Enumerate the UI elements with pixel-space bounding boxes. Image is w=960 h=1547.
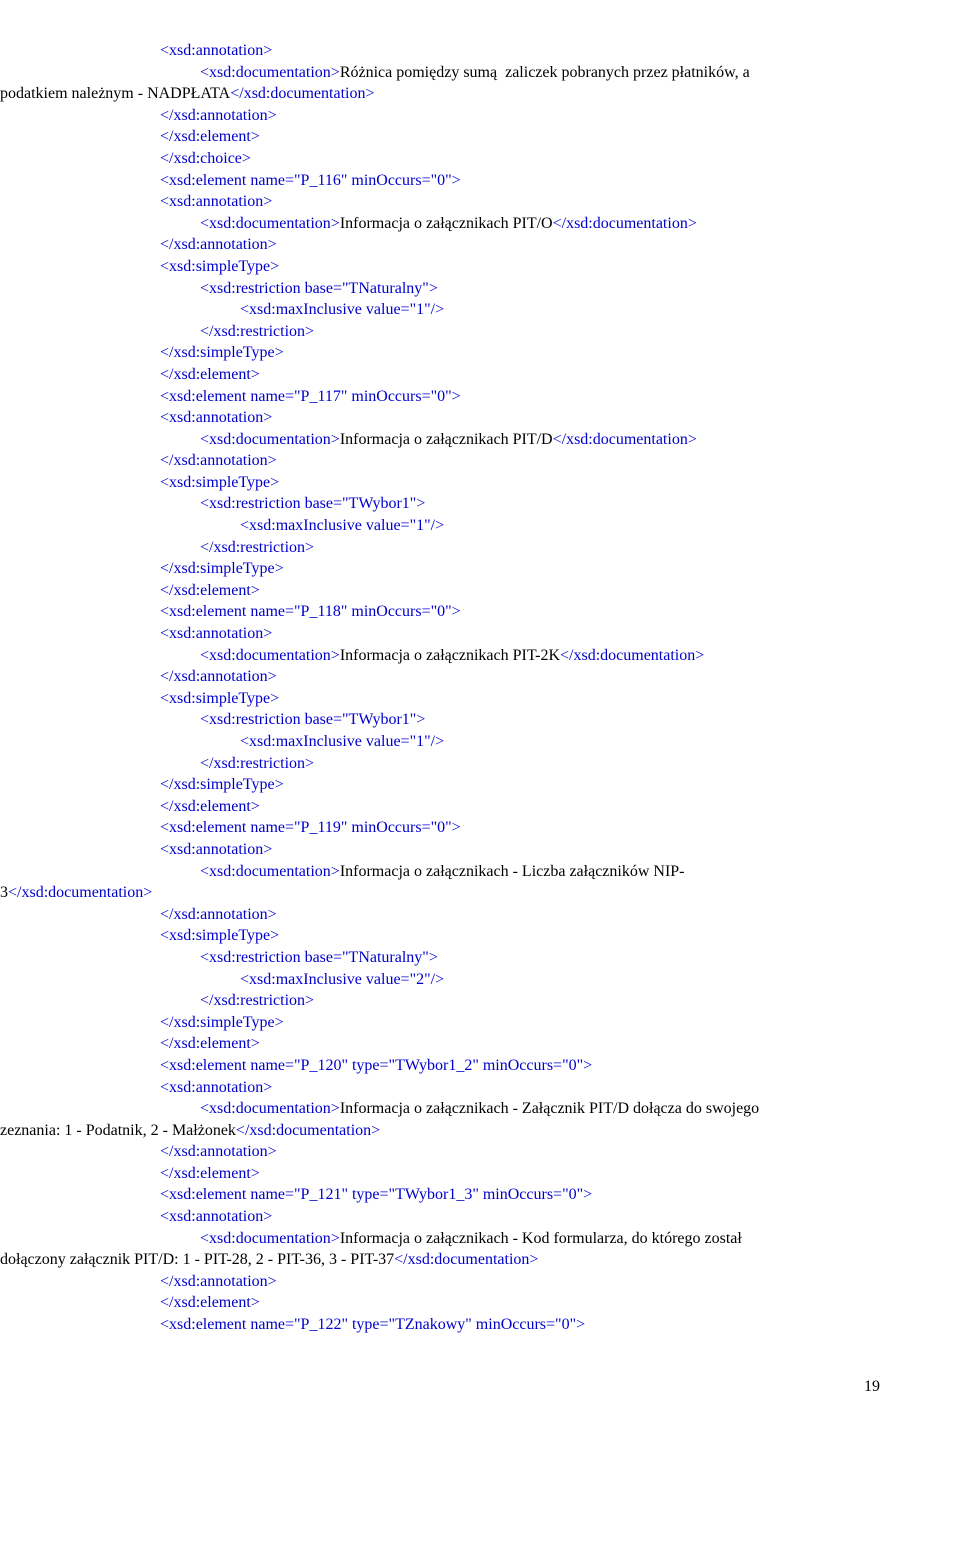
code-line: <xsd:element name="P_117" minOccurs="0">	[0, 386, 880, 408]
code-line: </xsd:element>	[0, 126, 880, 148]
code-line: </xsd:choice>	[0, 148, 880, 170]
code-line: </xsd:element>	[0, 364, 880, 386]
code-line: </xsd:simpleType>	[0, 1012, 880, 1034]
code-line: <xsd:element name="P_116" minOccurs="0">	[0, 170, 880, 192]
code-line: </xsd:annotation>	[0, 450, 880, 472]
document-body: <xsd:annotation><xsd:documentation>Różni…	[0, 40, 880, 1336]
code-line: <xsd:restriction base="TWybor1">	[0, 493, 880, 515]
code-line: <xsd:annotation>	[0, 191, 880, 213]
code-line: <xsd:documentation>Informacja o załączni…	[0, 1098, 880, 1120]
code-line: <xsd:simpleType>	[0, 472, 880, 494]
code-line: <xsd:element name="P_122" type="TZnakowy…	[0, 1314, 880, 1336]
code-line: <xsd:annotation>	[0, 1206, 880, 1228]
code-line: <xsd:simpleType>	[0, 925, 880, 947]
code-line: </xsd:annotation>	[0, 105, 880, 127]
code-line: <xsd:annotation>	[0, 1077, 880, 1099]
code-line: <xsd:annotation>	[0, 407, 880, 429]
code-line: </xsd:element>	[0, 1033, 880, 1055]
code-line: </xsd:simpleType>	[0, 558, 880, 580]
code-line: <xsd:restriction base="TNaturalny">	[0, 947, 880, 969]
code-line: <xsd:annotation>	[0, 839, 880, 861]
code-line: <xsd:maxInclusive value="1"/>	[0, 731, 880, 753]
code-line: dołączony załącznik PIT/D: 1 - PIT-28, 2…	[0, 1249, 880, 1271]
code-line: <xsd:documentation>Informacja o załączni…	[0, 213, 880, 235]
code-line: <xsd:documentation>Informacja o załączni…	[0, 645, 880, 667]
code-line: <xsd:annotation>	[0, 623, 880, 645]
code-line: </xsd:annotation>	[0, 666, 880, 688]
code-line: <xsd:element name="P_119" minOccurs="0">	[0, 817, 880, 839]
code-line: </xsd:simpleType>	[0, 342, 880, 364]
code-line: </xsd:annotation>	[0, 1271, 880, 1293]
code-line: </xsd:simpleType>	[0, 774, 880, 796]
code-line: </xsd:restriction>	[0, 321, 880, 343]
code-line: </xsd:element>	[0, 580, 880, 602]
code-line: <xsd:documentation>Informacja o załączni…	[0, 1228, 880, 1250]
code-line: <xsd:maxInclusive value="1"/>	[0, 299, 880, 321]
code-line: </xsd:element>	[0, 1163, 880, 1185]
code-line: <xsd:element name="P_118" minOccurs="0">	[0, 601, 880, 623]
code-line: <xsd:maxInclusive value="1"/>	[0, 515, 880, 537]
code-line: <xsd:documentation>Różnica pomiędzy sumą…	[0, 62, 880, 84]
code-line: zeznania: 1 - Podatnik, 2 - Małżonek</xs…	[0, 1120, 880, 1142]
code-line: </xsd:annotation>	[0, 904, 880, 926]
page-number: 19	[0, 1376, 880, 1398]
code-line: <xsd:simpleType>	[0, 256, 880, 278]
code-line: </xsd:annotation>	[0, 1141, 880, 1163]
code-line: <xsd:restriction base="TWybor1">	[0, 709, 880, 731]
code-line: <xsd:element name="P_120" type="TWybor1_…	[0, 1055, 880, 1077]
code-line: </xsd:restriction>	[0, 537, 880, 559]
code-line: <xsd:maxInclusive value="2"/>	[0, 969, 880, 991]
code-line: </xsd:element>	[0, 1292, 880, 1314]
code-line: 3</xsd:documentation>	[0, 882, 880, 904]
code-line: <xsd:simpleType>	[0, 688, 880, 710]
code-line: <xsd:documentation>Informacja o załączni…	[0, 861, 880, 883]
code-line: </xsd:element>	[0, 796, 880, 818]
code-line: <xsd:annotation>	[0, 40, 880, 62]
code-line: <xsd:restriction base="TNaturalny">	[0, 278, 880, 300]
code-line: </xsd:annotation>	[0, 234, 880, 256]
code-line: <xsd:element name="P_121" type="TWybor1_…	[0, 1184, 880, 1206]
code-line: </xsd:restriction>	[0, 753, 880, 775]
code-line: podatkiem należnym - NADPŁATA</xsd:docum…	[0, 83, 880, 105]
code-line: <xsd:documentation>Informacja o załączni…	[0, 429, 880, 451]
code-line: </xsd:restriction>	[0, 990, 880, 1012]
